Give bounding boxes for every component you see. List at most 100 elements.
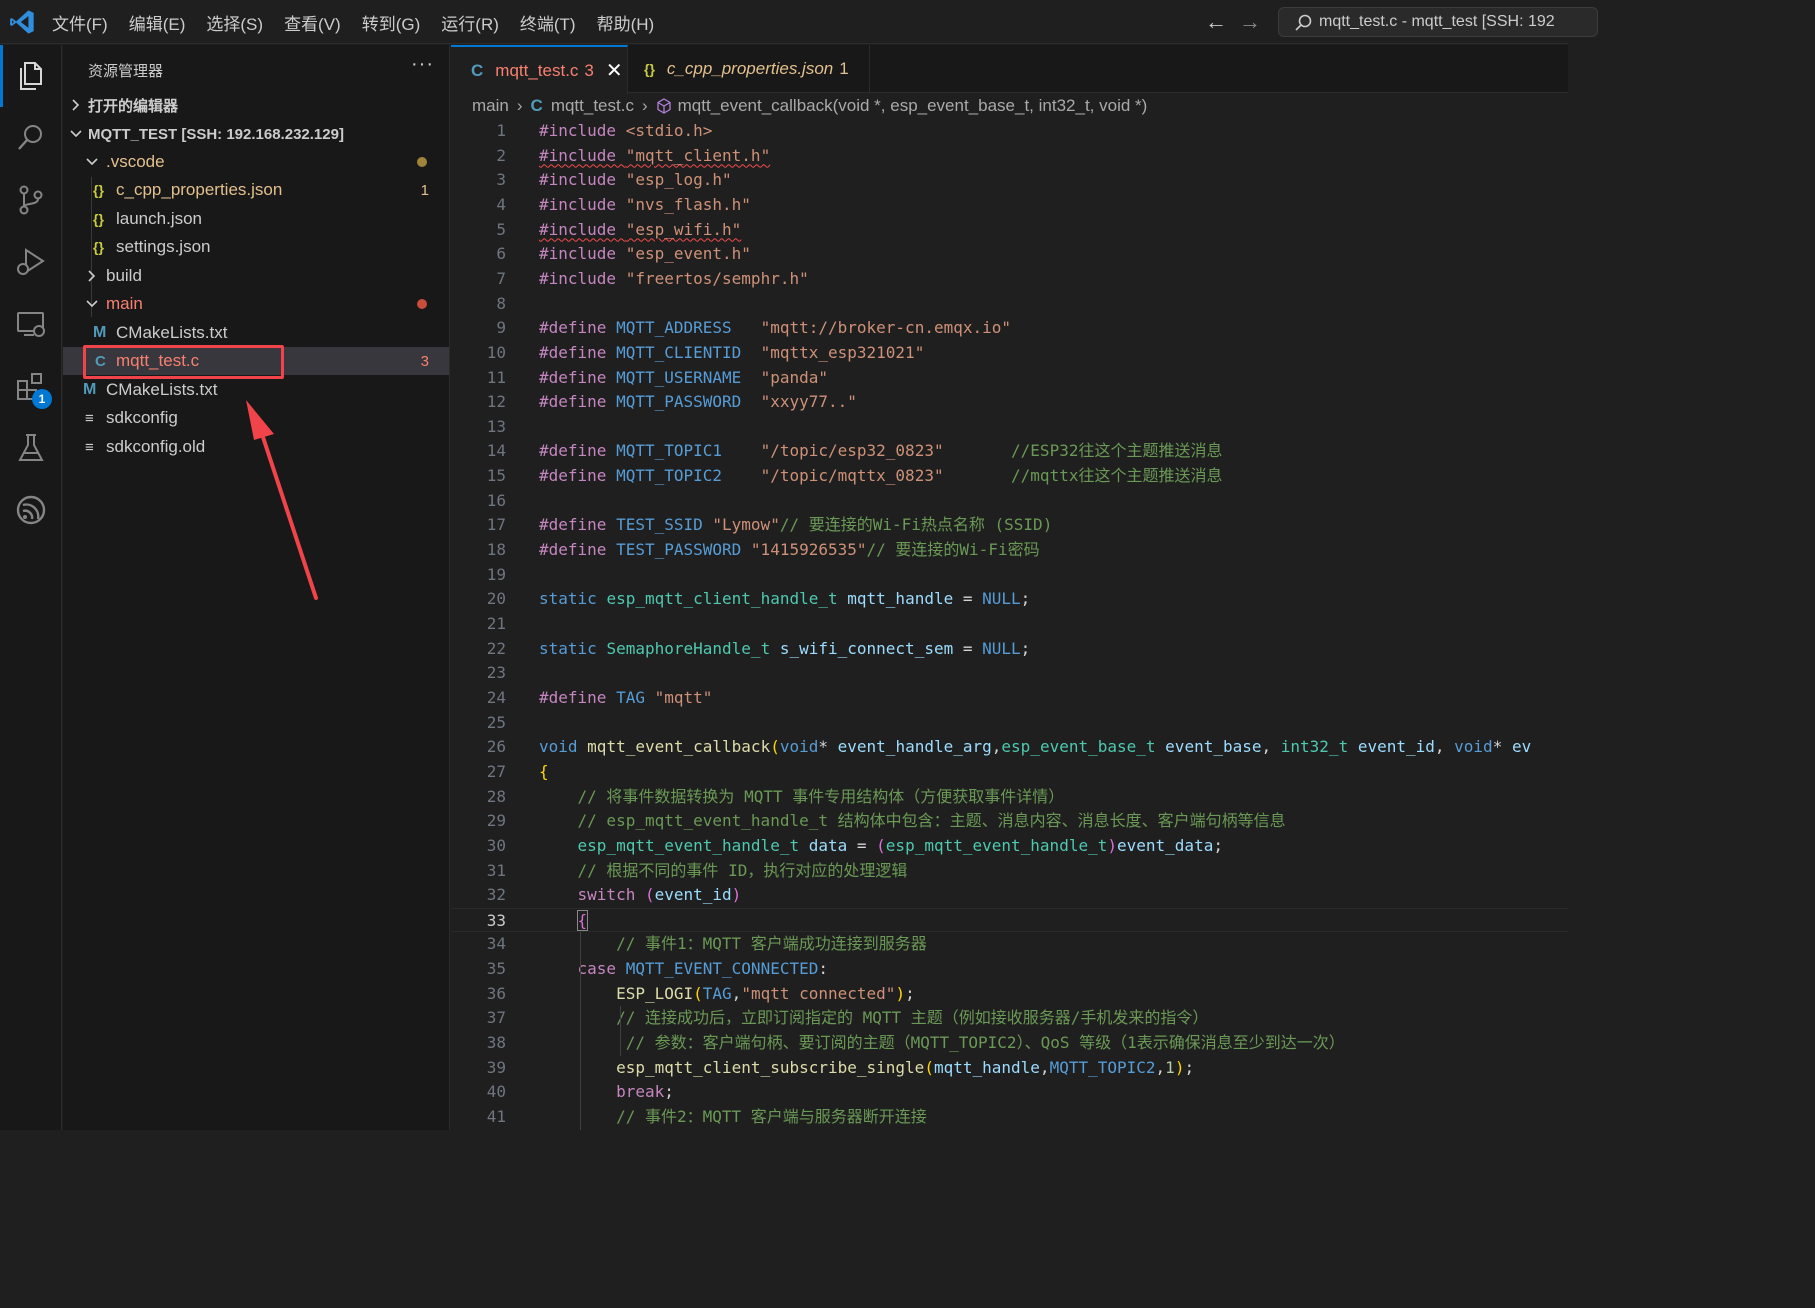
cmake-icon: M	[83, 381, 97, 398]
code-token: // esp_mqtt_event_handle_t 结构体中包含：主题、消息内…	[577, 811, 1286, 831]
code-line[interactable]: 10 #define MQTT_CLIENTID "mqttx_esp321021…	[451, 341, 1568, 366]
menu-terminal[interactable]: 终端(T)	[520, 10, 576, 35]
code-token: )	[1107, 835, 1117, 855]
code-line[interactable]: 18 #define TEST_PASSWORD "1415926535"// 要…	[451, 538, 1568, 563]
code-line[interactable]: 2 #include "mqtt_client.h"	[451, 144, 1568, 169]
code-text: ESP_LOGI(TAG,"mqtt connected");	[539, 982, 915, 1007]
code-line[interactable]: 11 #define MQTT_USERNAME "panda"	[451, 366, 1568, 391]
code-line[interactable]: 33 {	[451, 907, 1568, 933]
search-activity[interactable]	[0, 107, 62, 169]
code-token: MQTT_PASSWORD	[616, 392, 761, 412]
code-line[interactable]: 5 #include "esp_wifi.h"	[451, 218, 1568, 243]
code-token: "xxyy77.."	[760, 392, 857, 412]
explorer-activity[interactable]	[0, 45, 62, 107]
file-launch[interactable]: {} launch.json	[63, 205, 449, 233]
menu-view[interactable]: 查看(V)	[284, 10, 341, 35]
close-icon[interactable]: ✕	[606, 58, 623, 83]
tab-c-cpp-properties[interactable]: {} c_cpp_properties.json 1	[628, 45, 870, 93]
code-line[interactable]: 6 #include "esp_event.h"	[451, 242, 1568, 267]
menu-go[interactable]: 转到(G)	[362, 10, 421, 35]
code-line[interactable]: 38 // 参数：客户端句柄、要订阅的主题（MQTT_TOPIC2）、QoS 等…	[451, 1031, 1568, 1056]
open-editors-section[interactable]: 打开的编辑器	[63, 91, 449, 119]
code-line[interactable]: 37 // 连接成功后，立即订阅指定的 MQTT 主题（例如接收服务器/手机发来…	[451, 1006, 1568, 1031]
extensions-badge: 1	[32, 389, 52, 409]
code-line[interactable]: 14 #define MQTT_TOPIC1 "/topic/esp32_0823…	[451, 439, 1568, 464]
code-token: =	[962, 638, 983, 658]
code-token: #define	[539, 466, 617, 486]
code-line[interactable]: 12 #define MQTT_PASSWORD "xxyy77.."	[451, 390, 1568, 415]
menu-selection[interactable]: 选择(S)	[206, 10, 263, 35]
code-line[interactable]: 40 break;	[451, 1080, 1568, 1105]
code-token: data	[808, 835, 857, 855]
folder-main[interactable]: main	[63, 290, 449, 318]
remote-explorer-activity[interactable]	[0, 293, 62, 355]
code-line[interactable]: 41 // 事件2：MQTT 客户端与服务器断开连接	[451, 1105, 1568, 1130]
source-control-activity[interactable]	[0, 169, 62, 231]
run-debug-activity[interactable]	[0, 231, 62, 293]
code-line[interactable]: 31 // 根据不同的事件 ID，执行对应的处理逻辑	[451, 859, 1568, 884]
command-center-search[interactable]: mqtt_test.c - mqtt_test [SSH: 192	[1278, 7, 1598, 37]
forward-arrow-icon[interactable]: →	[1239, 10, 1261, 34]
code-editor[interactable]: 1 #include <stdio.h> 2 #include "mqtt_clien…	[451, 119, 1568, 1130]
menu-help[interactable]: 帮助(H)	[597, 10, 655, 35]
source-control-icon	[19, 185, 43, 215]
folder-vscode[interactable]: .vscode	[63, 148, 449, 176]
code-line[interactable]: 13	[451, 415, 1568, 440]
code-line[interactable]: 32 switch (event_id)	[451, 883, 1568, 908]
code-line[interactable]: 34 // 事件1：MQTT 客户端成功连接到服务器	[451, 932, 1568, 957]
more-actions-icon[interactable]: ···	[411, 53, 434, 76]
code-token: event_handle_arg	[837, 737, 992, 757]
code-line[interactable]: 1 #include <stdio.h>	[451, 119, 1568, 144]
menu-file[interactable]: 文件(F)	[52, 10, 108, 35]
menu-edit[interactable]: 编辑(E)	[129, 10, 186, 35]
extensions-activity[interactable]: 1	[0, 355, 62, 417]
breadcrumb-file[interactable]: mqtt_test.c	[551, 96, 634, 116]
code-token: (	[924, 1057, 934, 1077]
code-line[interactable]: 19	[451, 563, 1568, 588]
code-line[interactable]: 26 void mqtt_event_callback(void* event_h…	[451, 735, 1568, 760]
code-line[interactable]: 25	[451, 711, 1568, 736]
espressif-activity[interactable]	[0, 479, 62, 541]
folder-build[interactable]: build	[63, 262, 449, 290]
code-line[interactable]: 28 // 将事件数据转换为 MQTT 事件专用结构体（方便获取事件详情）	[451, 785, 1568, 810]
menu-run[interactable]: 运行(R)	[441, 10, 499, 35]
breadcrumb-folder[interactable]: main	[472, 96, 509, 116]
code-line[interactable]: 8	[451, 292, 1568, 317]
code-text: #define MQTT_CLIENTID "mqttx_esp321021"	[539, 341, 924, 366]
code-line[interactable]: 16	[451, 489, 1568, 514]
testing-activity[interactable]	[0, 417, 62, 479]
code-token: event_base	[1165, 737, 1262, 757]
file-main-cmakelists[interactable]: M CMakeLists.txt	[63, 319, 449, 347]
code-line[interactable]: 15 #define MQTT_TOPIC2 "/topic/mqttx_0823…	[451, 464, 1568, 489]
code-line[interactable]: 9 #define MQTT_ADDRESS "mqtt://broker-cn.…	[451, 316, 1568, 341]
code-line[interactable]: 23	[451, 661, 1568, 686]
code-line[interactable]: 27 {	[451, 760, 1568, 785]
code-line[interactable]: 30 esp_mqtt_event_handle_t data = (esp_m…	[451, 834, 1568, 859]
code-line[interactable]: 4 #include "nvs_flash.h"	[451, 193, 1568, 218]
breadcrumb-symbol[interactable]: mqtt_event_callback(void *, esp_event_ba…	[678, 96, 1148, 116]
code-line[interactable]: 22 static SemaphoreHandle_t s_wifi_connec…	[451, 637, 1568, 662]
cmake-icon: M	[93, 324, 107, 341]
tab-mqtt-test[interactable]: C mqtt_test.c 3 ✕	[451, 45, 628, 94]
code-line[interactable]: 35 case MQTT_EVENT_CONNECTED:	[451, 957, 1568, 982]
back-arrow-icon[interactable]: ←	[1205, 10, 1227, 34]
code-line[interactable]: 24 #define TAG "mqtt"	[451, 686, 1568, 711]
code-line[interactable]: 36 ESP_LOGI(TAG,"mqtt connected");	[451, 982, 1568, 1007]
code-line[interactable]: 29 // esp_mqtt_event_handle_t 结构体中包含：主题、…	[451, 809, 1568, 834]
code-line[interactable]: 21	[451, 612, 1568, 637]
code-line[interactable]: 3 #include "esp_log.h"	[451, 168, 1568, 193]
code-line[interactable]: 17 #define TEST_SSID "Lymow"// 要连接的Wi-Fi热…	[451, 513, 1568, 538]
code-line[interactable]: 20 static esp_mqtt_client_handle_t mqtt_h…	[451, 587, 1568, 612]
file-settings[interactable]: {} settings.json	[63, 233, 449, 261]
workspace-section[interactable]: MQTT_TEST [SSH: 192.168.232.129]	[63, 120, 449, 148]
file-c-cpp-properties[interactable]: {} c_cpp_properties.json 1	[63, 176, 449, 204]
line-number: 30	[486, 835, 506, 855]
code-line[interactable]: 7 #include "freertos/semphr.h"	[451, 267, 1568, 292]
code-token: // 事件2：MQTT 客户端与服务器断开连接	[616, 1107, 927, 1126]
code-token: s_wifi_connect_sem	[779, 638, 963, 658]
code-line[interactable]: 39 esp_mqtt_client_subscribe_single(mqtt…	[451, 1056, 1568, 1081]
code-token: "Lymow"	[712, 515, 780, 535]
